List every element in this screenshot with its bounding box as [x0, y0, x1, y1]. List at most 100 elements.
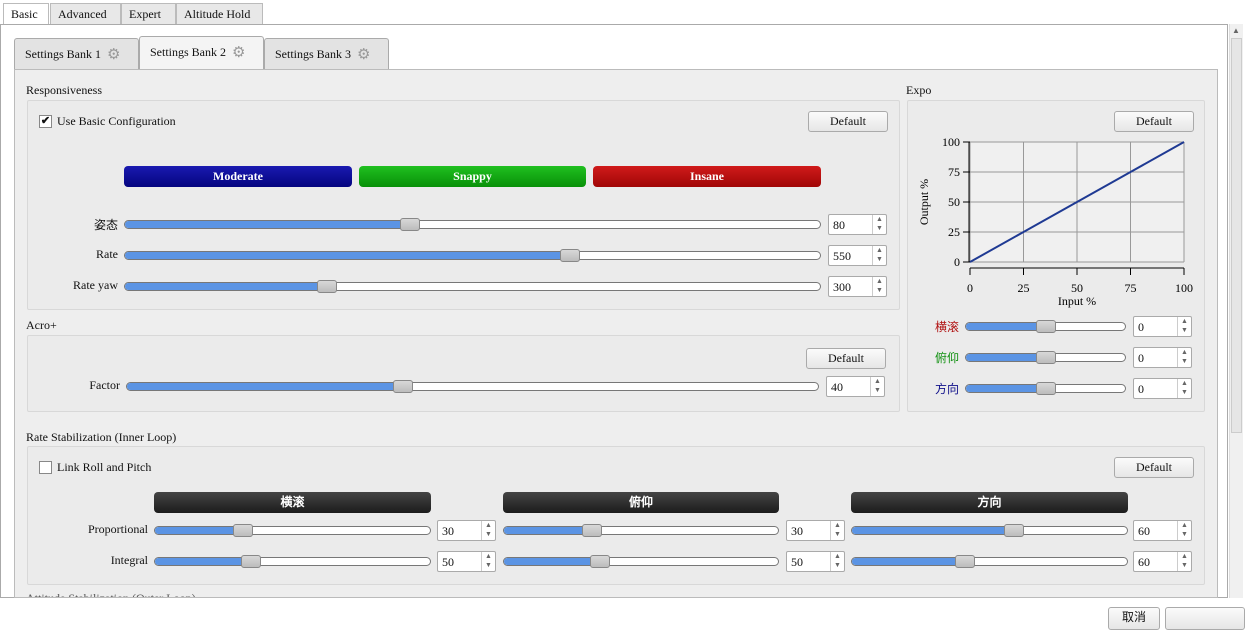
slider-handle[interactable]	[559, 249, 580, 262]
preset-moderate-button[interactable]: Moderate	[124, 166, 352, 187]
slider-fill	[155, 558, 252, 565]
x-tick-label: 25	[1018, 281, 1030, 295]
x-tick-label: 75	[1125, 281, 1137, 295]
preset-snappy-button[interactable]: Snappy	[359, 166, 586, 187]
slider-handle[interactable]	[1035, 320, 1056, 333]
slider-handle[interactable]	[316, 280, 337, 293]
expo-row-1-slider[interactable]	[965, 351, 1126, 364]
stab-0-2-slider[interactable]	[851, 524, 1128, 537]
resp-row-1-spinbox[interactable]: 550 ▲ ▼	[828, 245, 887, 266]
expo-row-2-label: 方向	[934, 382, 959, 396]
resp-row-2-slider[interactable]	[124, 280, 821, 293]
x-axis-label: Input %	[1058, 294, 1096, 308]
spin-arrows-icon[interactable]: ▲ ▼	[481, 521, 495, 540]
spinbox-value: 60	[1138, 524, 1150, 538]
slider-handle[interactable]	[233, 524, 253, 537]
resp-row-2-spinbox[interactable]: 300 ▲ ▼	[828, 276, 887, 297]
slider-handle[interactable]	[1004, 524, 1025, 537]
stab-0-2-spinbox[interactable]: 60 ▲ ▼	[1133, 520, 1192, 541]
scroll-up-icon[interactable]: ▲	[1232, 26, 1240, 35]
stab-1-2-spinbox[interactable]: 60 ▲ ▼	[1133, 551, 1192, 572]
expo-title: Expo	[906, 83, 932, 97]
stab-1-0-spinbox[interactable]: 50 ▲ ▼	[437, 551, 496, 572]
slider-handle[interactable]	[1035, 351, 1056, 364]
spin-arrows-icon[interactable]: ▲ ▼	[1177, 379, 1191, 398]
spin-arrows-icon[interactable]: ▲ ▼	[481, 552, 495, 571]
expo-row-1-spinbox[interactable]: 0 ▲ ▼	[1133, 347, 1192, 368]
tab-settings-bank-1[interactable]: Settings Bank 1 ⚙	[14, 38, 139, 69]
tab-altitude-hold[interactable]: Altitude Hold	[176, 3, 263, 24]
y-tick-label: 100	[942, 135, 960, 149]
slider-fill	[127, 383, 404, 390]
link-roll-pitch-label: Link Roll and Pitch	[57, 460, 152, 474]
resp-row-1-slider[interactable]	[124, 249, 821, 262]
use-basic-checkbox[interactable]: ✔	[39, 115, 52, 128]
stab-0-1-slider[interactable]	[503, 524, 779, 537]
responsiveness-title: Responsiveness	[26, 83, 102, 97]
slider-handle[interactable]	[954, 555, 975, 568]
spin-arrows-icon[interactable]: ▲ ▼	[872, 277, 886, 296]
stab-1-1-slider[interactable]	[503, 555, 779, 568]
slider-handle[interactable]	[589, 555, 610, 568]
spin-arrows-icon[interactable]: ▲ ▼	[1177, 348, 1191, 367]
expo-row-2-slider[interactable]	[965, 382, 1126, 395]
vertical-scrollbar[interactable]: ▲	[1229, 24, 1243, 598]
spinbox-value: 30	[442, 524, 454, 538]
spin-arrows-icon[interactable]: ▲ ▼	[1177, 317, 1191, 336]
y-tick-label: 25	[948, 225, 960, 239]
slider-fill	[125, 252, 570, 259]
expo-row-0-label: 横滚	[934, 320, 959, 334]
tab-advanced[interactable]: Advanced	[50, 3, 121, 24]
slider-fill	[125, 283, 327, 290]
gear-icon: ⚙	[107, 47, 121, 64]
spin-arrows-icon[interactable]: ▲ ▼	[830, 552, 844, 571]
link-roll-pitch-checkbox[interactable]	[39, 461, 52, 474]
stab-row-1-label: Integral	[110, 553, 148, 567]
spin-arrows-icon[interactable]: ▲ ▼	[872, 215, 886, 234]
spin-arrows-icon[interactable]: ▲ ▼	[1177, 552, 1191, 571]
responsiveness-group	[27, 100, 900, 310]
stab-0-0-spinbox[interactable]: 30 ▲ ▼	[437, 520, 496, 541]
x-tick-label: 50	[1071, 281, 1083, 295]
slider-handle[interactable]	[581, 524, 602, 537]
ok-button[interactable]	[1165, 607, 1245, 630]
expo-row-2-spinbox[interactable]: 0 ▲ ▼	[1133, 378, 1192, 399]
slider-fill	[852, 558, 965, 565]
tab-basic[interactable]: Basic	[3, 3, 49, 25]
slider-handle[interactable]	[393, 380, 414, 393]
resp-row-0-label: 姿态	[93, 218, 118, 232]
acro-factor-slider[interactable]	[126, 380, 819, 393]
spin-arrows-icon[interactable]: ▲ ▼	[1177, 521, 1191, 540]
expo-default-button[interactable]: Default	[1114, 111, 1194, 132]
tab-label: Settings Bank 1	[25, 47, 102, 61]
slider-fill	[504, 527, 592, 534]
slider-fill	[966, 385, 1046, 392]
slider-handle[interactable]	[399, 218, 420, 231]
stab-1-2-slider[interactable]	[851, 555, 1128, 568]
spin-arrows-icon[interactable]: ▲ ▼	[830, 521, 844, 540]
spinbox-value: 550	[833, 249, 851, 263]
expo-row-0-slider[interactable]	[965, 320, 1126, 333]
cancel-button[interactable]: 取消	[1108, 607, 1160, 630]
responsiveness-default-button[interactable]: Default	[808, 111, 888, 132]
stab-0-0-slider[interactable]	[154, 524, 431, 537]
rate-stab-default-button[interactable]: Default	[1114, 457, 1194, 478]
tab-expert[interactable]: Expert	[121, 3, 176, 24]
scrollbar-thumb[interactable]	[1231, 38, 1242, 433]
slider-fill	[155, 527, 243, 534]
stab-1-0-slider[interactable]	[154, 555, 431, 568]
preset-insane-button[interactable]: Insane	[593, 166, 821, 187]
resp-row-0-spinbox[interactable]: 80 ▲ ▼	[828, 214, 887, 235]
spinbox-value: 50	[791, 555, 803, 569]
expo-row-0-spinbox[interactable]: 0 ▲ ▼	[1133, 316, 1192, 337]
resp-row-0-slider[interactable]	[124, 218, 821, 231]
slider-handle[interactable]	[1035, 382, 1056, 395]
slider-handle[interactable]	[241, 555, 262, 568]
stab-0-1-spinbox[interactable]: 30 ▲ ▼	[786, 520, 845, 541]
stab-1-1-spinbox[interactable]: 50 ▲ ▼	[786, 551, 845, 572]
x-tick-label: 100	[1175, 281, 1193, 295]
spinbox-value: 80	[833, 218, 845, 232]
spin-arrows-icon[interactable]: ▲ ▼	[872, 246, 886, 265]
tab-settings-bank-3[interactable]: Settings Bank 3 ⚙	[264, 38, 389, 69]
tab-settings-bank-2[interactable]: Settings Bank 2 ⚙	[139, 36, 264, 69]
